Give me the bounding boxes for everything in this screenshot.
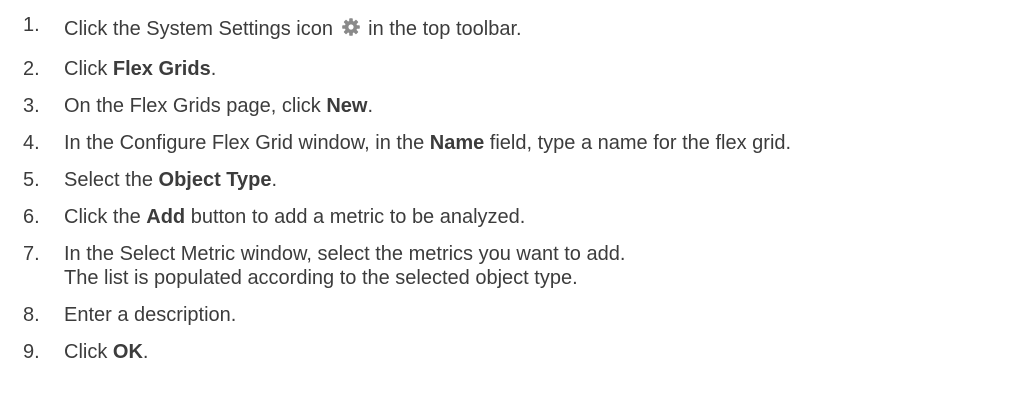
step-text-segment: Select the	[64, 169, 159, 191]
step-text: On the Flex Grids page, click New.	[64, 94, 373, 118]
ui-term: Flex Grids	[112, 58, 211, 80]
step-text-segment: button to add a metric to be analyzed.	[185, 206, 526, 228]
step-number: 4.	[23, 132, 40, 154]
step-text: In the Select Metric window, select the …	[64, 242, 625, 290]
step-text-segment: .	[367, 95, 374, 117]
step-number: 2.	[23, 58, 40, 80]
step-number: 8.	[23, 304, 40, 326]
ui-term: Name	[429, 132, 485, 154]
step-number: 9.	[23, 341, 40, 363]
instruction-steps: 1. Click the System Settings icon in the…	[0, 0, 1034, 393]
step-text-segment: In the Configure Flex Grid window, in th…	[64, 132, 430, 154]
step-text-segment: field, type a name for the flex grid.	[484, 132, 792, 154]
step-number: 1.	[23, 14, 40, 36]
step-text-segment: Enter a description.	[64, 304, 237, 326]
step-text-segment: in the top toolbar.	[368, 18, 522, 40]
ui-term: Object Type	[158, 169, 272, 191]
ui-term: Add	[146, 206, 186, 228]
step-number: 6.	[23, 206, 40, 228]
step-number: 7.	[23, 243, 40, 265]
step-text-segment: Click	[64, 58, 113, 80]
step-text-segment: .	[142, 341, 149, 363]
step-number: 3.	[23, 95, 40, 117]
ui-term: New	[326, 95, 368, 117]
step-text: Click the System Settings icon in the to…	[64, 17, 522, 41]
step-text-segment: Click	[64, 341, 113, 363]
step-text: Select the Object Type.	[64, 168, 277, 192]
step-text: Click Flex Grids.	[64, 57, 216, 81]
step-text-segment: Click the	[64, 206, 147, 228]
step-text-continuation: The list is populated according to the s…	[64, 267, 578, 289]
step-text-segment: .	[210, 58, 217, 80]
step-text: Click OK.	[64, 340, 148, 364]
step-text: Enter a description.	[64, 303, 236, 327]
step-text: Click the Add button to add a metric to …	[64, 205, 525, 229]
step-text-segment: In the Select Metric window, select the …	[64, 243, 626, 265]
step-text-segment: .	[271, 169, 278, 191]
step-text-segment: On the Flex Grids page, click	[64, 95, 327, 117]
step-text-segment: Click the System Settings icon	[64, 18, 333, 40]
ui-term: OK	[112, 341, 143, 363]
step-number: 5.	[23, 169, 40, 191]
step-text: In the Configure Flex Grid window, in th…	[64, 131, 791, 155]
gear-icon	[341, 17, 361, 37]
